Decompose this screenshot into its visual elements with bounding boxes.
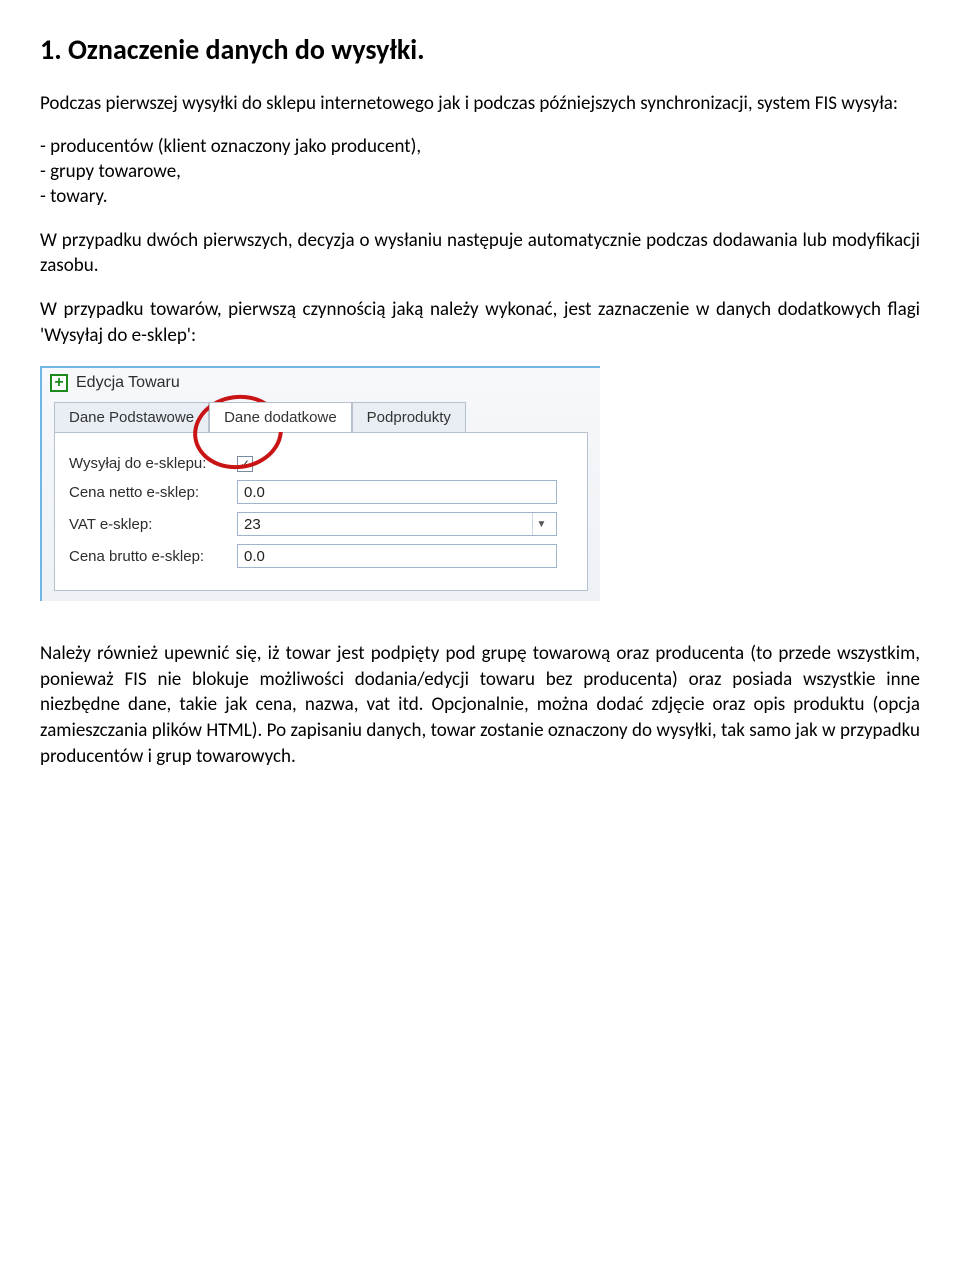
row-vat: VAT e-sklep: 23 ▼ [69,512,573,536]
app-window: + Edycja Towaru Dane Podstawowe Dane dod… [40,366,600,601]
tab-dane-dodatkowe[interactable]: Dane dodatkowe [209,402,352,432]
list-item: - producentów (klient oznaczony jako pro… [40,135,920,158]
paragraph-4: Należy również upewnić się, iż towar jes… [40,641,920,769]
combo-value: 23 [244,516,261,533]
plus-icon: + [50,374,68,392]
row-wysylaj: Wysyłaj do e-sklepu: ✓ [69,455,573,472]
tab-podprodukty[interactable]: Podprodukty [352,402,466,432]
input-cena-netto[interactable]: 0.0 [237,480,557,504]
paragraph-1: Podczas pierwszej wysyłki do sklepu inte… [40,91,920,117]
checkbox-wysylaj[interactable]: ✓ [237,456,253,472]
window-title: Edycja Towaru [76,374,180,392]
window-titlebar: + Edycja Towaru [42,368,600,402]
row-cena-brutto: Cena brutto e-sklep: 0.0 [69,544,573,568]
tab-label: Dane dodatkowe [224,409,337,426]
tab-panel: Wysyłaj do e-sklepu: ✓ Cena netto e-skle… [54,432,588,591]
chevron-down-icon: ▼ [532,513,550,535]
tab-strip: Dane Podstawowe Dane dodatkowe Podproduk… [54,402,600,432]
section-heading: 1. Oznaczenie danych do wysyłki. [40,32,920,67]
list-item: - grupy towarowe, [40,160,920,183]
combo-vat[interactable]: 23 ▼ [237,512,557,536]
label-wysylaj: Wysyłaj do e-sklepu: [69,455,229,472]
list-item: - towary. [40,185,920,208]
bullet-list: - producentów (klient oznaczony jako pro… [40,135,920,208]
label-cena-netto: Cena netto e-sklep: [69,484,229,501]
tab-dane-podstawowe[interactable]: Dane Podstawowe [54,402,209,432]
paragraph-2: W przypadku dwóch pierwszych, decyzja o … [40,228,920,279]
label-cena-brutto: Cena brutto e-sklep: [69,548,229,565]
input-cena-brutto[interactable]: 0.0 [237,544,557,568]
row-cena-netto: Cena netto e-sklep: 0.0 [69,480,573,504]
paragraph-3: W przypadku towarów, pierwszą czynnością… [40,297,920,348]
label-vat: VAT e-sklep: [69,516,229,533]
